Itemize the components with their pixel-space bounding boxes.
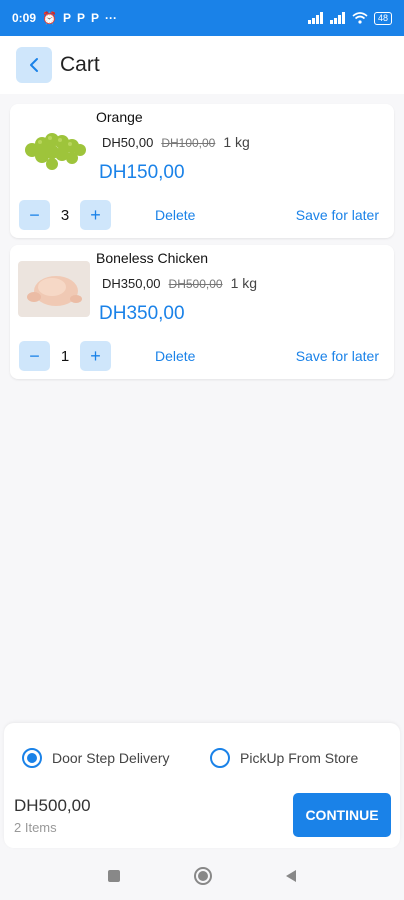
battery-icon: 48	[373, 11, 392, 25]
home-icon[interactable]	[194, 867, 212, 885]
old-price: DH100,00	[161, 136, 216, 150]
item-count: 2 Items	[14, 820, 57, 835]
price-row: DH50,00 DH100,00 1 kg	[102, 134, 250, 150]
delete-button[interactable]: Delete	[155, 348, 195, 364]
quantity-value: 1	[60, 347, 70, 365]
cart-total: DH500,00	[14, 796, 91, 815]
back-button[interactable]	[16, 47, 52, 83]
system-nav-bar	[0, 852, 404, 900]
unit-price: DH350,00	[102, 276, 161, 291]
product-name: Boneless Chicken	[96, 250, 209, 266]
product-name: Orange	[96, 109, 143, 125]
cart-item-card: Orange DH50,00 DH100,00 1 kg DH150,00 − …	[10, 104, 394, 238]
status-bar: 0:09 ⏰ P P P ··· 48	[0, 0, 404, 36]
wifi-icon	[352, 12, 368, 24]
quantity-value: 3	[60, 206, 70, 224]
checkout-panel: Door Step Delivery PickUp From Store DH5…	[4, 723, 400, 848]
decrease-quantity-button[interactable]: −	[19, 200, 50, 230]
price-row: DH350,00 DH500,00 1 kg	[102, 275, 257, 291]
save-for-later-button[interactable]: Save for later	[296, 207, 379, 223]
radio-unselected-icon[interactable]	[210, 748, 230, 768]
old-price: DH500,00	[168, 277, 223, 291]
radio-selected-icon[interactable]	[22, 748, 42, 768]
save-for-later-button[interactable]: Save for later	[296, 348, 379, 364]
increase-quantity-button[interactable]: +	[80, 200, 111, 230]
quantity-stepper: − 1 + Delete Save for later	[19, 341, 379, 371]
unit-weight: 1 kg	[223, 134, 250, 150]
cart-item-card: Boneless Chicken DH350,00 DH500,00 1 kg …	[10, 245, 394, 379]
delivery-option-label: PickUp From Store	[240, 750, 359, 766]
unit-price: DH50,00	[102, 135, 154, 150]
chevron-left-icon	[30, 58, 38, 72]
delivery-option-label: Door Step Delivery	[52, 750, 170, 766]
product-image-grapes	[18, 120, 90, 176]
app-header: Cart	[0, 36, 404, 94]
item-total: DH350,00	[99, 303, 185, 324]
recents-icon[interactable]	[108, 870, 120, 882]
alarm-icon: ⏰	[42, 11, 57, 25]
unit-weight: 1 kg	[230, 275, 258, 291]
page-title: Cart	[60, 53, 100, 76]
product-image-chicken	[18, 261, 90, 317]
signal-icon	[307, 12, 323, 24]
status-time: 0:09	[12, 11, 37, 25]
delete-button[interactable]: Delete	[155, 207, 195, 223]
increase-quantity-button[interactable]: +	[80, 341, 111, 371]
quantity-stepper: − 3 + Delete Save for later	[19, 200, 379, 230]
back-icon[interactable]	[286, 870, 296, 882]
decrease-quantity-button[interactable]: −	[19, 341, 50, 371]
more-notifications-icon: ···	[105, 11, 118, 25]
notification-icon-p: P	[77, 11, 86, 25]
notification-icon-p: P	[62, 11, 71, 25]
signal-icon	[329, 12, 345, 24]
continue-button[interactable]: CONTINUE	[293, 793, 391, 837]
item-total: DH150,00	[99, 162, 185, 183]
delivery-option-pickup[interactable]: PickUp From Store	[210, 748, 358, 768]
notification-icon-p: P	[91, 11, 100, 25]
delivery-option-door-step[interactable]: Door Step Delivery	[22, 748, 170, 768]
